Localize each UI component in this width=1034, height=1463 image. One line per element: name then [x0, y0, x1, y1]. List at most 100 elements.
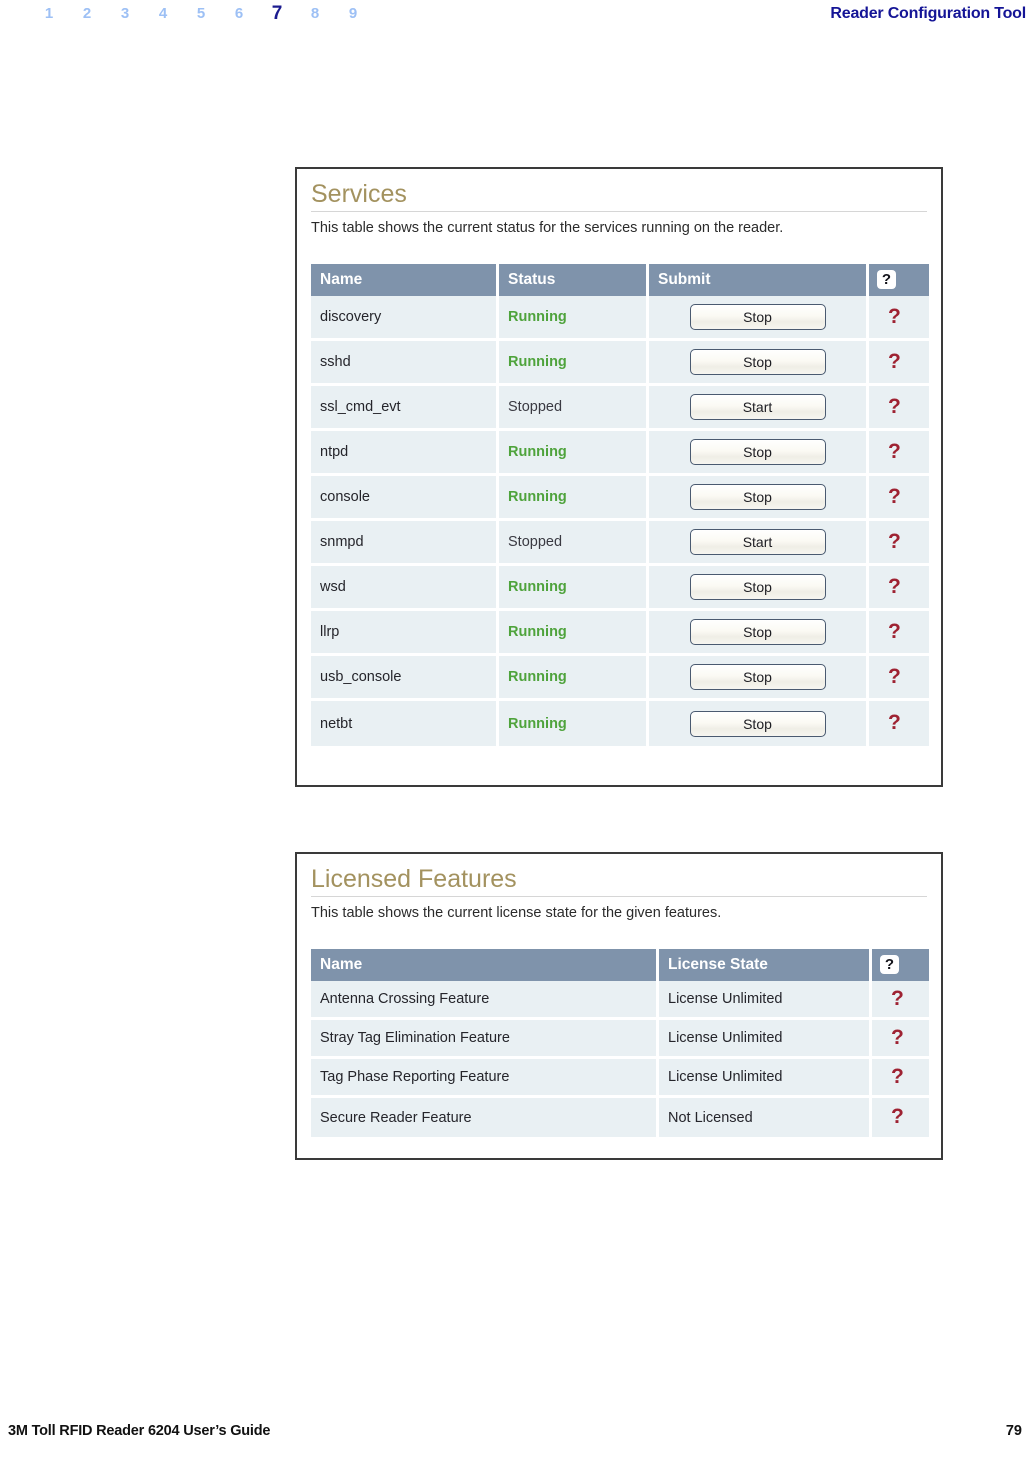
feature-help-cell: ?	[872, 1098, 929, 1137]
help-icon[interactable]: ?	[881, 1106, 904, 1127]
status-badge: Running	[508, 489, 567, 505]
column-header-help: ?	[869, 264, 929, 296]
stop-service-button[interactable]: Stop	[689, 304, 826, 330]
stop-service-button[interactable]: Stop	[689, 439, 826, 465]
service-help-cell: ?	[869, 386, 929, 431]
feature-help-cell: ?	[872, 981, 929, 1020]
help-icon[interactable]: ?	[878, 531, 901, 552]
status-badge: Running	[508, 669, 567, 685]
column-header-status: Status	[499, 264, 649, 296]
help-icon[interactable]: ?	[878, 396, 901, 417]
chapter-number-4[interactable]: 4	[144, 4, 182, 24]
stop-service-button[interactable]: Stop	[689, 574, 826, 600]
help-icon[interactable]: ?	[881, 1066, 904, 1087]
stop-service-button[interactable]: Stop	[689, 619, 826, 645]
help-icon[interactable]: ?	[878, 306, 901, 327]
table-row: Tag Phase Reporting Feature License Unlim…	[311, 1059, 929, 1098]
licensed-table-body: Antenna Crossing Feature License Unlimite…	[311, 981, 929, 1137]
chapter-number-3[interactable]: 3	[106, 4, 144, 24]
status-badge: Running	[508, 309, 567, 325]
service-help-cell: ?	[869, 341, 929, 386]
column-header-name: Name	[311, 949, 659, 981]
start-service-button[interactable]: Start	[689, 529, 826, 555]
chapter-number-1[interactable]: 1	[30, 4, 68, 24]
service-submit-cell: Stop	[649, 296, 869, 341]
service-name-cell: sshd	[311, 341, 499, 386]
help-icon[interactable]: ?	[878, 441, 901, 462]
licensed-table-header: Name License State ?	[311, 949, 929, 981]
service-name-cell: snmpd	[311, 521, 499, 566]
table-row: netbt Running Stop?	[311, 701, 929, 746]
table-row: usb_console Running Stop?	[311, 656, 929, 701]
help-icon[interactable]: ?	[880, 955, 899, 974]
services-heading: Services	[311, 179, 927, 212]
chapter-number-2[interactable]: 2	[68, 4, 106, 24]
help-icon[interactable]: ?	[878, 351, 901, 372]
chapter-number-strip: 123456789	[30, 4, 372, 24]
service-name-cell: ntpd	[311, 431, 499, 476]
service-status-cell: Stopped	[499, 521, 649, 566]
license-state-cell: License Unlimited	[659, 1059, 872, 1098]
status-badge: Running	[508, 444, 567, 460]
status-badge: Stopped	[508, 399, 563, 415]
help-icon[interactable]: ?	[878, 486, 901, 507]
chapter-number-8[interactable]: 8	[296, 4, 334, 24]
licensed-features-description: This table shows the current license sta…	[311, 905, 722, 921]
status-badge: Running	[508, 579, 567, 595]
service-help-cell: ?	[869, 476, 929, 521]
help-icon[interactable]: ?	[878, 621, 901, 642]
status-badge: Running	[508, 354, 567, 370]
chapter-number-6[interactable]: 6	[220, 4, 258, 24]
start-service-button[interactable]: Start	[689, 394, 826, 420]
service-help-cell: ?	[869, 431, 929, 476]
license-state-cell: License Unlimited	[659, 981, 872, 1020]
service-submit-cell: Start	[649, 386, 869, 431]
status-badge: Running	[508, 715, 567, 732]
page-title: Reader Configuration Tool	[830, 5, 1026, 22]
service-status-cell: Running	[499, 611, 649, 656]
services-description: This table shows the current status for …	[311, 220, 784, 236]
table-row: Antenna Crossing Feature License Unlimite…	[311, 981, 929, 1020]
help-icon[interactable]: ?	[881, 1027, 904, 1048]
help-icon[interactable]: ?	[877, 270, 896, 289]
service-submit-cell: Stop	[649, 476, 869, 521]
service-name-cell: usb_console	[311, 656, 499, 701]
service-name-cell: ssl_cmd_evt	[311, 386, 499, 431]
help-icon[interactable]: ?	[878, 666, 901, 687]
chapter-number-5[interactable]: 5	[182, 4, 220, 24]
help-icon[interactable]: ?	[878, 576, 901, 597]
table-row: Secure Reader Feature Not Licensed?	[311, 1098, 929, 1137]
table-row: ntpd Running Stop?	[311, 431, 929, 476]
license-state-cell: License Unlimited	[659, 1020, 872, 1059]
service-status-cell: Running	[499, 476, 649, 521]
service-submit-cell: Stop	[649, 611, 869, 656]
stop-service-button[interactable]: Stop	[689, 484, 826, 510]
service-status-cell: Running	[499, 701, 649, 746]
feature-help-cell: ?	[872, 1059, 929, 1098]
services-screenshot-panel: Services This table shows the current st…	[295, 167, 943, 787]
service-submit-cell: Stop	[649, 566, 869, 611]
running-header: 123456789 Reader Configuration Tool	[0, 0, 1034, 40]
service-submit-cell: Stop	[649, 701, 869, 746]
table-row: Stray Tag Elimination Feature License Unl…	[311, 1020, 929, 1059]
service-name-cell: llrp	[311, 611, 499, 656]
service-status-cell: Running	[499, 341, 649, 386]
help-icon[interactable]: ?	[878, 712, 901, 733]
stop-service-button[interactable]: Stop	[689, 349, 826, 375]
chapter-number-9[interactable]: 9	[334, 4, 372, 24]
page-footer: 3M Toll RFID Reader 6204 User’s Guide 79	[0, 1423, 1034, 1445]
service-submit-cell: Start	[649, 521, 869, 566]
service-help-cell: ?	[869, 656, 929, 701]
feature-name-cell: Stray Tag Elimination Feature	[311, 1020, 659, 1059]
feature-name-cell: Antenna Crossing Feature	[311, 981, 659, 1020]
service-name-cell: netbt	[311, 701, 499, 746]
column-header-help: ?	[872, 949, 929, 981]
status-badge: Stopped	[508, 534, 563, 550]
licensed-features-table: Name License State ? Antenna Crossing Fe…	[311, 949, 929, 1137]
footer-page-number: 79	[1005, 1423, 1022, 1439]
chapter-number-7[interactable]: 7	[258, 4, 296, 24]
table-header-row: Name License State ?	[311, 949, 929, 981]
stop-service-button[interactable]: Stop	[689, 710, 826, 737]
stop-service-button[interactable]: Stop	[689, 664, 826, 690]
help-icon[interactable]: ?	[881, 988, 904, 1009]
